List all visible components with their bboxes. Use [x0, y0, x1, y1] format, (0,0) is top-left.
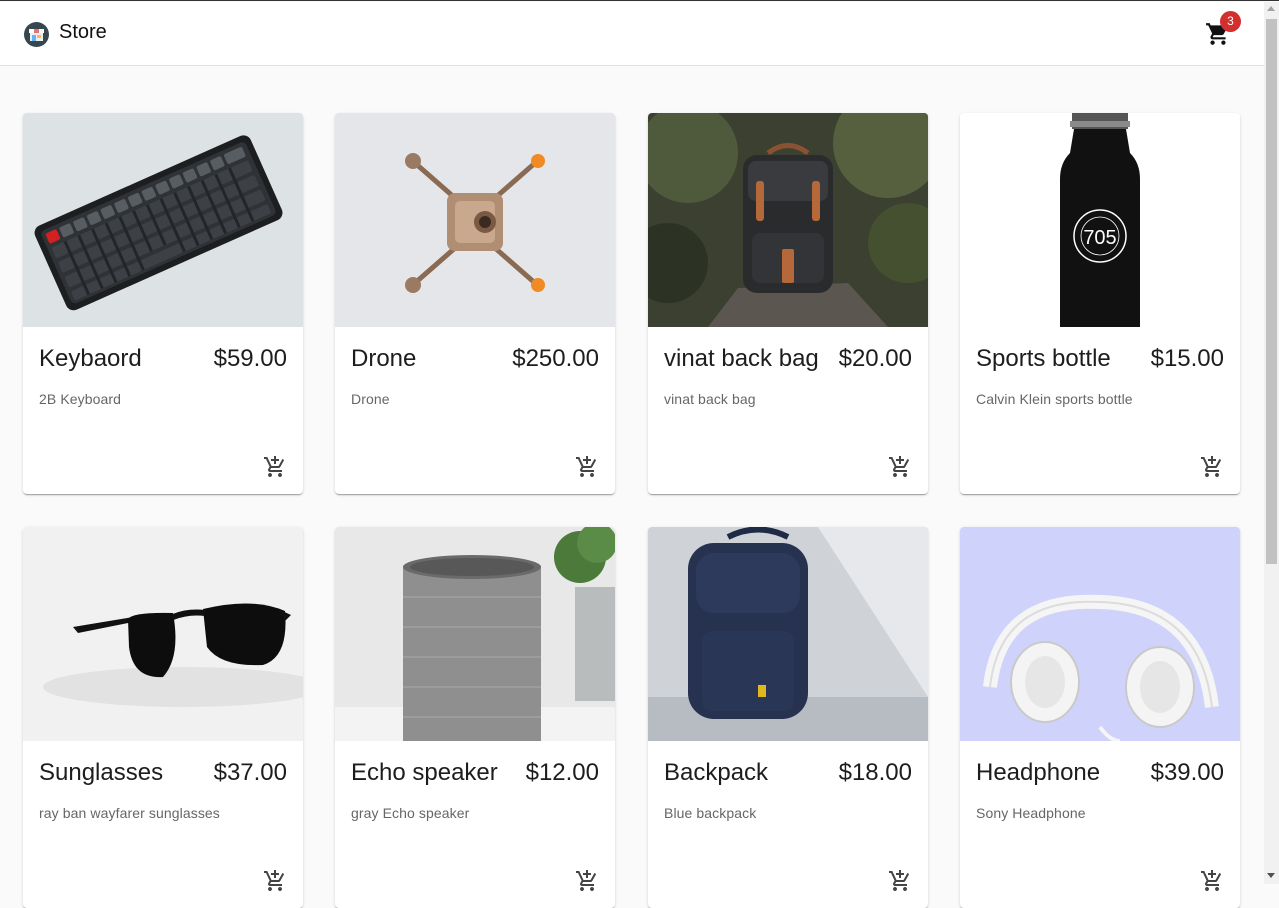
product-image-blue-backpack	[648, 527, 928, 741]
product-image-vintage-backpack	[648, 113, 928, 327]
add-shopping-cart-icon[interactable]	[575, 455, 599, 479]
product-name: Backpack	[664, 759, 769, 786]
product-description: Drone	[351, 391, 390, 407]
product-card[interactable]: Sunglasses $37.00 ray ban wayfarer sungl…	[23, 527, 303, 908]
store-icon[interactable]	[24, 22, 49, 47]
app-bar: Store	[0, 2, 1264, 66]
product-description: Sony Headphone	[976, 805, 1086, 821]
product-image-keyboard	[23, 113, 303, 327]
add-shopping-cart-icon[interactable]	[888, 455, 912, 479]
product-name: Sunglasses	[39, 759, 164, 786]
add-shopping-cart-icon[interactable]	[263, 869, 287, 893]
product-name: Keybaord	[39, 345, 142, 372]
product-price: $12.00	[525, 759, 599, 786]
product-description: Blue backpack	[664, 805, 757, 821]
product-image-smart-speaker	[335, 527, 615, 741]
product-image-headphones	[960, 527, 1240, 741]
product-name: Headphone	[976, 759, 1101, 786]
product-image-drone	[335, 113, 615, 327]
product-description: gray Echo speaker	[351, 805, 470, 821]
app-title: Store	[59, 21, 107, 43]
product-price: $39.00	[1150, 759, 1224, 786]
product-name: Echo speaker	[351, 759, 498, 786]
product-name: Drone	[351, 345, 417, 372]
product-price: $20.00	[838, 345, 912, 372]
product-image-bottle: 705	[960, 113, 1240, 327]
product-card[interactable]: Headphone $39.00 Sony Headphone	[960, 527, 1240, 908]
product-name: Sports bottle	[976, 345, 1111, 372]
add-shopping-cart-icon[interactable]	[1200, 455, 1224, 479]
product-card[interactable]: Backpack $18.00 Blue backpack	[648, 527, 928, 908]
add-shopping-cart-icon[interactable]	[888, 869, 912, 893]
product-price: $37.00	[213, 759, 287, 786]
product-description: ray ban wayfarer sunglasses	[39, 805, 220, 821]
product-description: 2B Keyboard	[39, 391, 122, 407]
product-price: $250.00	[512, 345, 599, 372]
product-card[interactable]: Keybaord $59.00 2B Keyboard	[23, 113, 303, 494]
product-card[interactable]: Drone $250.00 Drone	[335, 113, 615, 494]
cart-count-badge: 3	[1220, 11, 1241, 32]
product-card[interactable]: vinat back bag $20.00 vinat back bag	[648, 113, 928, 494]
product-price: $15.00	[1150, 345, 1224, 372]
bottle-label-text: 705	[1083, 227, 1116, 249]
scroll-down-arrow[interactable]	[1267, 873, 1275, 878]
product-image-sunglasses	[23, 527, 303, 741]
scroll-up-arrow[interactable]	[1267, 6, 1275, 11]
add-shopping-cart-icon[interactable]	[263, 455, 287, 479]
product-price: $18.00	[838, 759, 912, 786]
product-card[interactable]: Echo speaker $12.00 gray Echo speaker	[335, 527, 615, 908]
product-name: vinat back bag	[664, 345, 819, 372]
product-description: Calvin Klein sports bottle	[976, 391, 1133, 407]
product-price: $59.00	[213, 345, 287, 372]
product-card[interactable]: 705 Sports bottle $15.00 Calvin Klein sp…	[960, 113, 1240, 494]
add-shopping-cart-icon[interactable]	[575, 869, 599, 893]
add-shopping-cart-icon[interactable]	[1200, 869, 1224, 893]
product-description: vinat back bag	[664, 391, 756, 407]
scrollbar-thumb[interactable]	[1266, 19, 1277, 564]
